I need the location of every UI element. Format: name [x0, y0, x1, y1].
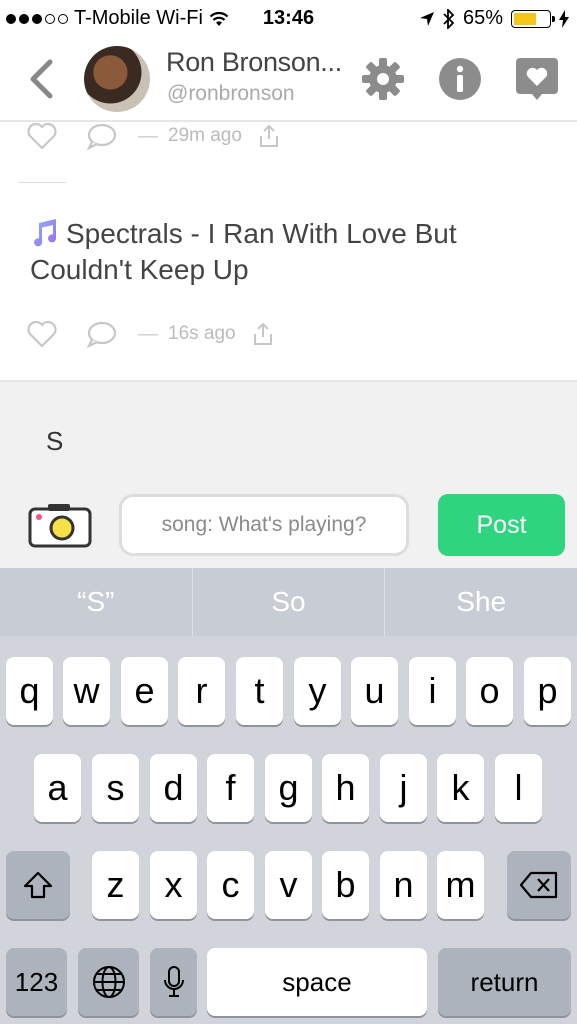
compose-text[interactable]: S: [46, 426, 63, 457]
comment-bubble-icon[interactable]: [86, 122, 118, 150]
key-o[interactable]: o: [466, 657, 513, 725]
key-u[interactable]: u: [351, 657, 398, 725]
back-chevron-icon[interactable]: [24, 58, 58, 100]
key-d[interactable]: d: [150, 754, 197, 822]
key-l[interactable]: l: [495, 754, 542, 822]
suggestion[interactable]: So: [191, 568, 385, 636]
post-timestamp: 29m ago: [168, 125, 242, 146]
battery-fill: [514, 12, 537, 25]
key-n[interactable]: n: [380, 851, 427, 919]
battery-icon: [511, 9, 555, 28]
key-k[interactable]: k: [437, 754, 484, 822]
key-e[interactable]: e: [121, 657, 168, 725]
profile-display-name: Ron Bronson...: [166, 47, 342, 77]
battery-percent: 65%: [462, 7, 503, 29]
avatar[interactable]: [84, 46, 150, 112]
key-p[interactable]: p: [524, 657, 571, 725]
gear-icon[interactable]: [360, 56, 406, 102]
key-i[interactable]: i: [409, 657, 456, 725]
post-timestamp: 16s ago: [168, 323, 236, 344]
post-body[interactable]: Spectrals - I Ran With Love But Couldn't…: [30, 216, 530, 288]
location-arrow-icon: [419, 11, 434, 26]
share-icon[interactable]: [258, 124, 280, 148]
key-v[interactable]: v: [265, 851, 312, 919]
like-heart-icon[interactable]: [26, 320, 58, 348]
key-b[interactable]: b: [322, 851, 369, 919]
bluetooth-icon: [443, 8, 455, 29]
comment-bubble-icon[interactable]: [86, 320, 118, 348]
globe-key[interactable]: [78, 948, 139, 1016]
key-f[interactable]: f: [207, 754, 254, 822]
music-note-icon: [34, 219, 57, 247]
profile-header: Ron Bronson... @ronbronson: [0, 38, 577, 122]
space-key[interactable]: space: [207, 948, 427, 1016]
heart-icon[interactable]: [514, 56, 560, 102]
key-y[interactable]: y: [294, 657, 341, 725]
key-s[interactable]: s: [92, 754, 139, 822]
separator-dash: —: [138, 124, 158, 147]
key-j[interactable]: j: [380, 754, 427, 822]
separator-dash: —: [138, 322, 158, 345]
shift-arrow-icon: [23, 871, 53, 899]
post-text: Spectrals - I Ran With Love But Couldn't…: [30, 218, 457, 285]
share-icon[interactable]: [252, 322, 274, 346]
key-h[interactable]: h: [322, 754, 369, 822]
status-bar: T-Mobile Wi-Fi 13:46 65%: [0, 0, 577, 38]
post-actions: — 16s ago: [26, 320, 274, 348]
song-input[interactable]: [119, 494, 409, 556]
status-right: 65%: [419, 7, 569, 30]
suggestion-bar: “S” So She: [0, 568, 577, 636]
key-r[interactable]: r: [178, 657, 225, 725]
key-w[interactable]: w: [63, 657, 110, 725]
backspace-key[interactable]: [507, 851, 571, 919]
post-actions: — 29m ago: [26, 122, 280, 150]
numbers-key[interactable]: 123: [6, 948, 67, 1016]
key-t[interactable]: t: [236, 657, 283, 725]
key-g[interactable]: g: [265, 754, 312, 822]
key-q[interactable]: q: [6, 657, 53, 725]
camera-icon[interactable]: [28, 502, 92, 548]
backspace-icon: [519, 871, 558, 899]
post-button[interactable]: Post: [438, 494, 565, 556]
microphone-icon: [163, 966, 184, 997]
key-c[interactable]: c: [207, 851, 254, 919]
key-z[interactable]: z: [92, 851, 139, 919]
dictation-key[interactable]: [150, 948, 197, 1016]
shift-key[interactable]: [6, 851, 70, 919]
info-icon[interactable]: [437, 56, 483, 102]
like-heart-icon[interactable]: [26, 122, 58, 150]
keyboard: “S” So She q w e r t y u i o p a s d f g…: [0, 568, 577, 1024]
suggestion[interactable]: “S”: [0, 568, 192, 636]
post-feed: — 29m ago Spectrals - I Ran With Love Bu…: [0, 122, 577, 380]
key-x[interactable]: x: [150, 851, 197, 919]
profile-handle: @ronbronson: [167, 82, 295, 105]
charging-bolt-icon: [559, 9, 569, 28]
return-key[interactable]: return: [438, 948, 571, 1016]
key-a[interactable]: a: [34, 754, 81, 822]
key-m[interactable]: m: [437, 851, 484, 919]
globe-icon: [92, 966, 125, 998]
suggestion[interactable]: She: [384, 568, 577, 636]
post-divider: [18, 182, 66, 183]
compose-area: S Post: [0, 380, 577, 568]
